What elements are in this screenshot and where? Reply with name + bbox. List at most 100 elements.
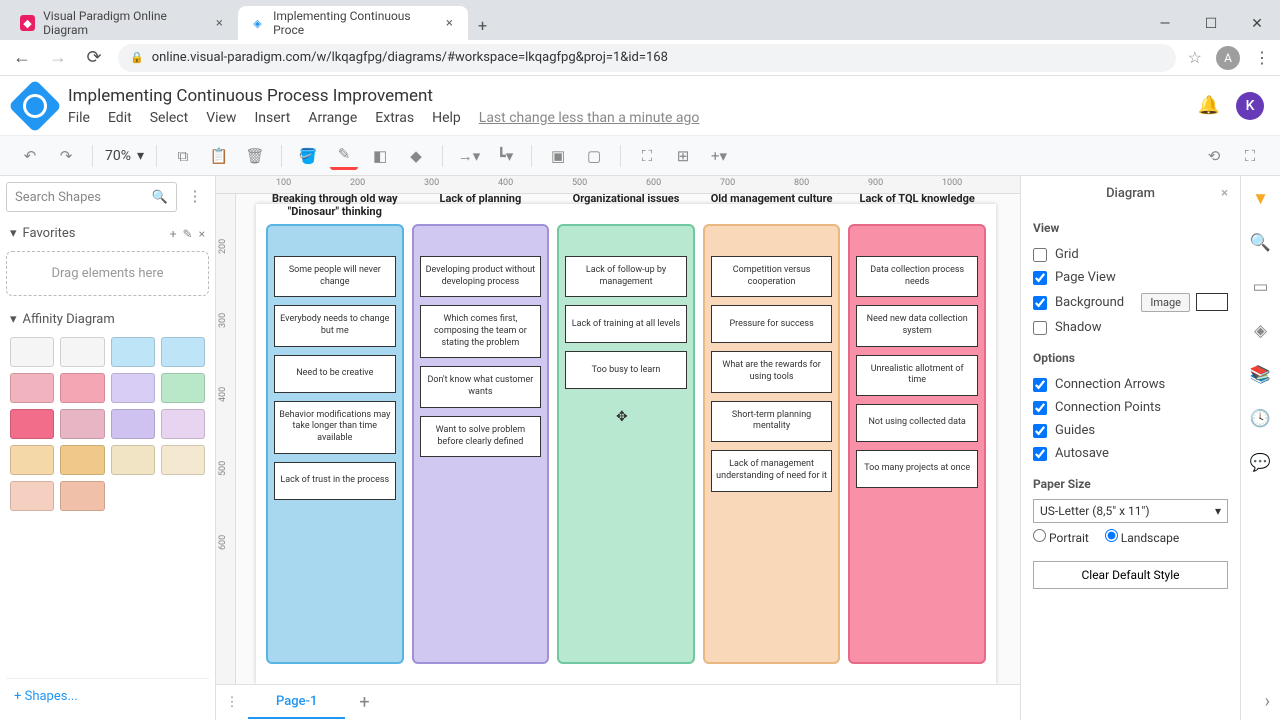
background-checkbox[interactable]: Background Image bbox=[1033, 289, 1228, 316]
affinity-column[interactable]: Lack of TQL knowledgeData collection pro… bbox=[848, 224, 986, 664]
star-icon[interactable]: ☆ bbox=[1188, 48, 1202, 67]
style-icon[interactable]: ◆ bbox=[402, 142, 430, 170]
maximize-icon[interactable]: ☐ bbox=[1188, 8, 1234, 40]
conn-points-checkbox[interactable]: Connection Points bbox=[1033, 396, 1228, 419]
history-icon[interactable]: 🕓 bbox=[1250, 408, 1272, 430]
autosave-checkbox[interactable]: Autosave bbox=[1033, 442, 1228, 465]
back-icon[interactable]: ← bbox=[10, 46, 34, 70]
layers-icon[interactable]: ◈ bbox=[1250, 320, 1272, 342]
affinity-card[interactable]: Lack of follow-up by management bbox=[565, 256, 687, 297]
format-icon[interactable]: ▼ bbox=[1250, 188, 1272, 210]
minimize-icon[interactable]: — bbox=[1142, 8, 1188, 40]
affinity-column[interactable]: Breaking through old way "Dinosaur" thin… bbox=[266, 224, 404, 664]
guides-checkbox[interactable]: Guides bbox=[1033, 419, 1228, 442]
favorites-drop-zone[interactable]: Drag elements here bbox=[6, 251, 209, 296]
shape-swatch[interactable] bbox=[10, 445, 54, 475]
conn-arrows-checkbox[interactable]: Connection Arrows bbox=[1033, 373, 1228, 396]
undo-icon[interactable]: ↶ bbox=[16, 142, 44, 170]
affinity-card[interactable]: Don't know what customer wants bbox=[420, 366, 542, 407]
menu-view[interactable]: View bbox=[206, 110, 236, 126]
grid-checkbox[interactable]: Grid bbox=[1033, 243, 1228, 266]
affinity-card[interactable]: Need to be creative bbox=[274, 355, 396, 393]
shape-swatch[interactable] bbox=[10, 337, 54, 367]
add-page-button[interactable]: + bbox=[345, 692, 383, 713]
waypoint-icon[interactable]: ┗▾ bbox=[491, 142, 519, 170]
close-icon[interactable]: × bbox=[213, 16, 226, 30]
new-tab-button[interactable]: + bbox=[468, 10, 497, 40]
shape-swatch[interactable] bbox=[161, 337, 205, 367]
redo-icon[interactable]: ↷ bbox=[52, 142, 80, 170]
affinity-card[interactable]: Some people will never change bbox=[274, 256, 396, 297]
shape-swatch[interactable] bbox=[111, 481, 155, 511]
affinity-column[interactable]: Lack of planningDeveloping product witho… bbox=[412, 224, 550, 664]
menu-extras[interactable]: Extras bbox=[375, 110, 414, 126]
landscape-radio[interactable]: Landscape bbox=[1105, 529, 1179, 545]
notifications-icon[interactable]: 🔔 bbox=[1198, 95, 1220, 116]
user-avatar[interactable]: K bbox=[1236, 92, 1264, 120]
background-color-swatch[interactable] bbox=[1196, 293, 1228, 311]
diagram-page[interactable]: Breaking through old way "Dinosaur" thin… bbox=[256, 204, 996, 684]
affinity-card[interactable]: Unrealistic allotment of time bbox=[856, 355, 978, 396]
shape-swatch[interactable] bbox=[161, 373, 205, 403]
affinity-card[interactable]: Lack of management understanding of need… bbox=[711, 450, 833, 491]
affinity-card[interactable]: What are the rewards for using tools bbox=[711, 351, 833, 392]
reload-icon[interactable]: ⟳ bbox=[82, 46, 106, 70]
fill-icon[interactable]: 🪣 bbox=[294, 142, 322, 170]
affinity-card[interactable]: Short-term planning mentality bbox=[711, 401, 833, 442]
zoom-select[interactable]: 70% ▾ bbox=[105, 148, 144, 164]
outline-icon[interactable]: ▭ bbox=[1250, 276, 1272, 298]
menu-file[interactable]: File bbox=[68, 110, 90, 126]
app-logo-icon[interactable] bbox=[8, 79, 62, 133]
last-change-link[interactable]: Last change less than a minute ago bbox=[479, 110, 700, 126]
affinity-card[interactable]: Pressure for success bbox=[711, 305, 833, 343]
affinity-card[interactable]: Need new data collection system bbox=[856, 305, 978, 346]
shape-swatch[interactable] bbox=[60, 445, 104, 475]
affinity-card[interactable]: Behavior modifications may take longer t… bbox=[274, 401, 396, 454]
menu-select[interactable]: Select bbox=[150, 110, 188, 126]
papersize-select[interactable]: US-Letter (8,5" x 11")▾ bbox=[1033, 499, 1228, 523]
align-icon[interactable]: ⊞ bbox=[669, 142, 697, 170]
shapes-menu-icon[interactable]: ⋮ bbox=[181, 182, 209, 210]
menu-arrange[interactable]: Arrange bbox=[308, 110, 357, 126]
affinity-card[interactable]: Developing product without developing pr… bbox=[420, 256, 542, 297]
shape-swatch[interactable] bbox=[161, 445, 205, 475]
fit-icon[interactable]: ⛶ bbox=[633, 142, 661, 170]
page-menu-icon[interactable]: ⋮ bbox=[216, 695, 248, 710]
comments-icon[interactable]: 💬 bbox=[1250, 452, 1272, 474]
more-shapes-button[interactable]: + Shapes... bbox=[6, 678, 209, 714]
add-icon[interactable]: +▾ bbox=[705, 142, 733, 170]
shape-swatch[interactable] bbox=[161, 409, 205, 439]
menu-help[interactable]: Help bbox=[432, 110, 461, 126]
favorites-section[interactable]: ▾ Favorites + ✎ × bbox=[6, 220, 209, 247]
copy-icon[interactable]: ⧉ bbox=[169, 142, 197, 170]
remove-favorite-icon[interactable]: × bbox=[199, 227, 205, 241]
connection-icon[interactable]: →▾ bbox=[455, 142, 483, 170]
clear-style-button[interactable]: Clear Default Style bbox=[1033, 561, 1228, 589]
affinity-card[interactable]: Data collection process needs bbox=[856, 256, 978, 297]
add-favorite-icon[interactable]: + bbox=[170, 227, 177, 241]
affinity-card[interactable]: Everybody needs to change but me bbox=[274, 305, 396, 346]
shape-swatch[interactable] bbox=[111, 337, 155, 367]
front-icon[interactable]: ▣ bbox=[544, 142, 572, 170]
profile-avatar[interactable]: A bbox=[1216, 46, 1240, 70]
forward-icon[interactable]: → bbox=[46, 46, 70, 70]
shape-swatch[interactable] bbox=[60, 409, 104, 439]
affinity-section[interactable]: ▾ Affinity Diagram bbox=[6, 306, 209, 333]
close-window-icon[interactable]: ✕ bbox=[1234, 8, 1280, 40]
search-shapes-input[interactable]: Search Shapes 🔍 bbox=[6, 182, 177, 212]
affinity-card[interactable]: Competition versus cooperation bbox=[711, 256, 833, 297]
shadow-icon[interactable]: ◧ bbox=[366, 142, 394, 170]
edit-favorite-icon[interactable]: ✎ bbox=[183, 227, 193, 241]
affinity-card[interactable]: Which comes first, composing the team or… bbox=[420, 305, 542, 358]
shape-swatch[interactable] bbox=[111, 409, 155, 439]
browser-tab-1[interactable]: ◈ Implementing Continuous Proce × bbox=[238, 6, 468, 40]
browser-tab-0[interactable]: ◆ Visual Paradigm Online Diagram × bbox=[8, 6, 238, 40]
affinity-card[interactable]: Too busy to learn bbox=[565, 351, 687, 389]
close-panel-icon[interactable]: × bbox=[1221, 186, 1228, 201]
affinity-card[interactable]: Not using collected data bbox=[856, 404, 978, 442]
affinity-column[interactable]: Organizational issuesLack of follow-up b… bbox=[557, 224, 695, 664]
affinity-card[interactable]: Lack of training at all levels bbox=[565, 305, 687, 343]
library-icon[interactable]: 📚 bbox=[1250, 364, 1272, 386]
shape-swatch[interactable] bbox=[161, 481, 205, 511]
shape-swatch[interactable] bbox=[10, 409, 54, 439]
